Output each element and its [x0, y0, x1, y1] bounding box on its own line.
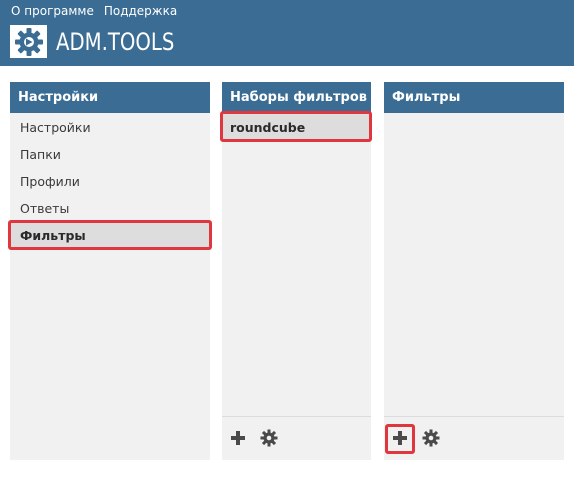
filter-sets-panel-title: Наборы фильтров [222, 82, 371, 113]
logo[interactable]: ADM.TOOLS [10, 25, 200, 58]
support-link[interactable]: Поддержка [104, 4, 177, 18]
filter-set-settings-button[interactable] [259, 428, 279, 448]
plus-icon [231, 431, 245, 445]
about-link[interactable]: О программе [11, 4, 94, 18]
add-filter-set-button[interactable] [228, 428, 248, 448]
logo-text: ADM.TOOLS [56, 27, 175, 56]
top-nav: О программе Поддержка [11, 4, 177, 18]
filters-panel-title: Фильтры [384, 82, 564, 113]
app-header: О программе Поддержка ADM.TOOLS [0, 0, 574, 66]
filter-settings-button[interactable] [421, 428, 441, 448]
filters-panel: Фильтры [384, 82, 564, 460]
settings-panel: Настройки Настройки Папки Профили Ответы… [10, 82, 210, 460]
filters-toolbar [384, 416, 564, 460]
gear-icon [422, 429, 440, 447]
sidebar-item-folders[interactable]: Папки [10, 141, 210, 168]
sidebar-item-filters[interactable]: Фильтры [10, 222, 210, 249]
filter-set-item-roundcube[interactable]: roundcube [222, 114, 371, 141]
filter-sets-panel: Наборы фильтров roundcube [222, 82, 371, 460]
plus-icon [393, 431, 407, 445]
sidebar-item-responses[interactable]: Ответы [10, 195, 210, 222]
gear-icon [260, 429, 278, 447]
sidebar-item-profiles[interactable]: Профили [10, 168, 210, 195]
settings-panel-title: Настройки [10, 82, 210, 113]
logo-gear-icon [10, 25, 47, 58]
sidebar-item-settings[interactable]: Настройки [10, 114, 210, 141]
add-filter-button[interactable] [390, 428, 410, 448]
filter-sets-toolbar [222, 416, 371, 460]
